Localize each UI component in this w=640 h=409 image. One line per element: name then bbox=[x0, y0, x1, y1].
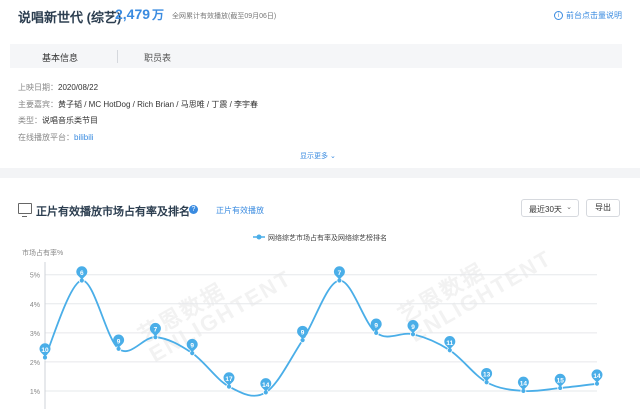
rank-label: 15 bbox=[557, 378, 565, 385]
tab-divider bbox=[117, 50, 118, 63]
chevron-down-icon: ⌄ bbox=[329, 153, 336, 160]
show-more-button[interactable]: 显示更多 ⌄ bbox=[300, 151, 336, 161]
rank-label: 14 bbox=[593, 373, 601, 380]
chevron-down-icon: ⌄ bbox=[566, 204, 572, 211]
effective-play-link[interactable]: 正片有效播放 bbox=[216, 205, 264, 216]
legend-label: 网络综艺市场占有率及网络综艺榜排名 bbox=[268, 233, 387, 242]
y-tick-label: 5% bbox=[30, 273, 40, 280]
export-button[interactable]: 导出 bbox=[586, 199, 620, 217]
chart-legend[interactable]: 网络综艺市场占有率及网络综艺榜排名 bbox=[253, 233, 387, 242]
rank-label: 9 bbox=[190, 343, 194, 350]
y-tick-label: 2% bbox=[30, 360, 40, 367]
info-row-genre: 类型：说唱音乐类节目 bbox=[18, 116, 98, 125]
page-header: 说唱新世代 (综艺) 2,479 万 全网累计有效播放(截至09月06日) i 前台… bbox=[0, 0, 640, 34]
info-row-platform: 在线播放平台：bilibili bbox=[18, 132, 94, 142]
chart-header: 正片有效播放市场占有率及排名 ? 正片有效播放 最近30天 ⌄ 导出 bbox=[0, 195, 640, 225]
views-note: 全网累计有效播放(截至09月06日) bbox=[172, 13, 277, 20]
total-views: 2,479 万 bbox=[115, 6, 165, 22]
info-icon: i bbox=[554, 11, 563, 20]
info-row-release-date: 上映日期：2020/08/22 bbox=[18, 83, 99, 92]
show-title: 说唱新世代 (综艺) bbox=[18, 10, 122, 25]
rank-label: 10 bbox=[41, 347, 49, 354]
monitor-icon bbox=[18, 203, 32, 217]
y-tick-label: 3% bbox=[30, 331, 40, 338]
rank-label: 9 bbox=[374, 322, 378, 329]
rank-label: 7 bbox=[338, 270, 342, 277]
share-rank-chart: 网络综艺市场占有率及网络综艺榜排名 市场占有率% 5% 4% 3% 2% 1% 10 6 9 7… bbox=[22, 233, 603, 409]
section-divider bbox=[0, 168, 640, 178]
tab-staff[interactable]: 职员表 bbox=[144, 51, 171, 64]
rank-label: 6 bbox=[80, 270, 84, 277]
rank-label: 9 bbox=[411, 324, 415, 331]
y-tick-label: 1% bbox=[30, 389, 40, 396]
rank-label: 7 bbox=[154, 327, 158, 334]
rank-label: 14 bbox=[262, 382, 270, 389]
help-icon[interactable]: ? bbox=[189, 205, 198, 214]
chart-title: 正片有效播放市场占有率及排名 bbox=[36, 206, 190, 218]
platform-link[interactable]: bilibili bbox=[74, 133, 94, 142]
rank-label: 14 bbox=[520, 380, 528, 387]
chart-series: 10 6 9 7 9 17 14 9 7 9 9 11 13 14 15 14 bbox=[39, 266, 603, 397]
range-select[interactable]: 最近30天 ⌄ bbox=[521, 199, 579, 217]
info-tabs: 基本信息 职员表 bbox=[10, 44, 622, 68]
series-line bbox=[44, 279, 598, 397]
y-tick-label: 4% bbox=[30, 302, 40, 309]
rank-label: 9 bbox=[301, 330, 305, 337]
help-link[interactable]: i 前台点击量说明 bbox=[554, 10, 622, 21]
info-row-guests: 主要嘉宾：黄子韬 / MC HotDog / Rich Brian / 马思唯 … bbox=[18, 99, 259, 109]
rank-label: 13 bbox=[483, 372, 491, 379]
basic-info: 上映日期：2020/08/22 主要嘉宾：黄子韬 / MC HotDog / R… bbox=[18, 80, 258, 146]
rank-label: 9 bbox=[117, 338, 121, 345]
tab-basic-info[interactable]: 基本信息 bbox=[42, 51, 78, 64]
y-axis-label: 市场占有率% bbox=[22, 248, 63, 257]
rank-label: 17 bbox=[225, 376, 233, 383]
legend-marker bbox=[256, 234, 262, 240]
rank-label: 11 bbox=[446, 340, 453, 347]
